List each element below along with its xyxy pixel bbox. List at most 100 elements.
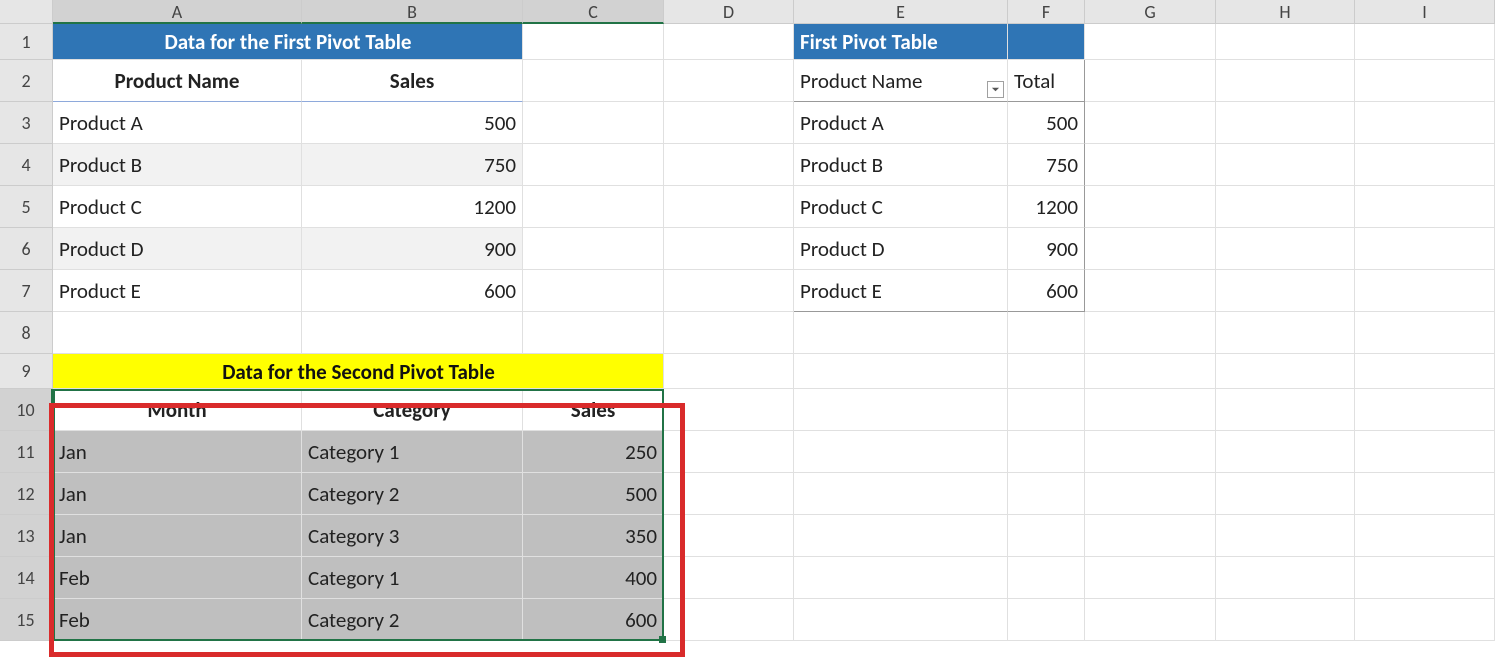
cell-C15[interactable]: 600: [523, 599, 664, 641]
cell-F10[interactable]: [1008, 389, 1085, 431]
cell-D6[interactable]: [664, 228, 794, 270]
cell-D4[interactable]: [664, 144, 794, 186]
cell-I1[interactable]: [1355, 24, 1495, 60]
cell-E14[interactable]: [794, 557, 1008, 599]
cell-A14[interactable]: Feb: [53, 557, 302, 599]
table1-title-left[interactable]: [53, 24, 302, 60]
cell-G2[interactable]: [1085, 60, 1216, 102]
cell-I11[interactable]: [1355, 431, 1495, 473]
cell-H2[interactable]: [1216, 60, 1355, 102]
cell-F7[interactable]: 600: [1008, 270, 1085, 312]
row-header-7[interactable]: 7: [0, 270, 53, 312]
cell-C5[interactable]: [523, 186, 664, 228]
table2-header-sales[interactable]: Sales: [523, 389, 664, 431]
cell-F5[interactable]: 1200: [1008, 186, 1085, 228]
row-header-8[interactable]: 8: [0, 312, 53, 354]
cell-B8[interactable]: [302, 312, 523, 354]
cell-H8[interactable]: [1216, 312, 1355, 354]
cell-A3[interactable]: Product A: [53, 102, 302, 144]
row-header-2[interactable]: 2: [0, 60, 53, 102]
cell-E7[interactable]: Product E: [794, 270, 1008, 312]
cell-E3[interactable]: Product A: [794, 102, 1008, 144]
cell-F3[interactable]: 500: [1008, 102, 1085, 144]
cell-G9[interactable]: [1085, 354, 1216, 389]
cell-I3[interactable]: [1355, 102, 1495, 144]
col-header-G[interactable]: G: [1085, 0, 1216, 24]
cell-F11[interactable]: [1008, 431, 1085, 473]
cell-C11[interactable]: 250: [523, 431, 664, 473]
cell-H15[interactable]: [1216, 599, 1355, 641]
cell-D14[interactable]: [664, 557, 794, 599]
col-header-F[interactable]: F: [1008, 0, 1085, 24]
cell-E10[interactable]: [794, 389, 1008, 431]
row-header-15[interactable]: 15: [0, 599, 53, 641]
cell-G8[interactable]: [1085, 312, 1216, 354]
col-header-B[interactable]: B: [302, 0, 523, 24]
cell-F1[interactable]: [1008, 24, 1085, 60]
row-header-1[interactable]: 1: [0, 24, 53, 60]
cell-G4[interactable]: [1085, 144, 1216, 186]
cell-G1[interactable]: [1085, 24, 1216, 60]
table2-title-left[interactable]: [53, 354, 302, 389]
cell-H12[interactable]: [1216, 473, 1355, 515]
cell-G10[interactable]: [1085, 389, 1216, 431]
cell-D9[interactable]: [664, 354, 794, 389]
cell-I7[interactable]: [1355, 270, 1495, 312]
cell-B15[interactable]: Category 2: [302, 599, 523, 641]
cell-A5[interactable]: Product C: [53, 186, 302, 228]
cell-D5[interactable]: [664, 186, 794, 228]
row-header-11[interactable]: 11: [0, 431, 53, 473]
cell-H5[interactable]: [1216, 186, 1355, 228]
cell-C14[interactable]: 400: [523, 557, 664, 599]
cell-C3[interactable]: [523, 102, 664, 144]
table1-title[interactable]: [302, 24, 523, 60]
cell-E6[interactable]: Product D: [794, 228, 1008, 270]
cell-B14[interactable]: Category 1: [302, 557, 523, 599]
cell-A13[interactable]: Jan: [53, 515, 302, 557]
pivot-header-total[interactable]: Total: [1008, 60, 1085, 102]
cell-E11[interactable]: [794, 431, 1008, 473]
cell-H10[interactable]: [1216, 389, 1355, 431]
row-header-4[interactable]: 4: [0, 144, 53, 186]
cell-B6[interactable]: 900: [302, 228, 523, 270]
cell-H1[interactable]: [1216, 24, 1355, 60]
table1-header-product-name[interactable]: Product Name: [53, 60, 302, 102]
cell-A15[interactable]: Feb: [53, 599, 302, 641]
pivot-header-product-name[interactable]: Product Name: [794, 60, 1008, 102]
cell-H11[interactable]: [1216, 431, 1355, 473]
cell-E13[interactable]: [794, 515, 1008, 557]
cell-I15[interactable]: [1355, 599, 1495, 641]
cell-H13[interactable]: [1216, 515, 1355, 557]
col-header-D[interactable]: D: [664, 0, 794, 24]
cell-H9[interactable]: [1216, 354, 1355, 389]
table2-title[interactable]: [302, 354, 523, 389]
cell-D11[interactable]: [664, 431, 794, 473]
cell-I9[interactable]: [1355, 354, 1495, 389]
cell-C2[interactable]: [523, 60, 664, 102]
col-header-I[interactable]: I: [1355, 0, 1495, 24]
cell-C8[interactable]: [523, 312, 664, 354]
dropdown-icon[interactable]: [987, 81, 1004, 98]
cell-D3[interactable]: [664, 102, 794, 144]
table1-header-sales[interactable]: Sales: [302, 60, 523, 102]
cell-E15[interactable]: [794, 599, 1008, 641]
cell-D2[interactable]: [664, 60, 794, 102]
cell-C1[interactable]: [523, 24, 664, 60]
cell-A11[interactable]: Jan: [53, 431, 302, 473]
row-header-12[interactable]: 12: [0, 473, 53, 515]
cell-F8[interactable]: [1008, 312, 1085, 354]
cell-G12[interactable]: [1085, 473, 1216, 515]
cell-G11[interactable]: [1085, 431, 1216, 473]
cell-I2[interactable]: [1355, 60, 1495, 102]
cell-D10[interactable]: [664, 389, 794, 431]
cell-B13[interactable]: Category 3: [302, 515, 523, 557]
cell-B4[interactable]: 750: [302, 144, 523, 186]
cell-D12[interactable]: [664, 473, 794, 515]
col-header-A[interactable]: A: [53, 0, 302, 24]
cell-E4[interactable]: Product B: [794, 144, 1008, 186]
cell-C6[interactable]: [523, 228, 664, 270]
cell-I4[interactable]: [1355, 144, 1495, 186]
cell-I6[interactable]: [1355, 228, 1495, 270]
cell-B7[interactable]: 600: [302, 270, 523, 312]
select-all-corner[interactable]: [0, 0, 53, 24]
